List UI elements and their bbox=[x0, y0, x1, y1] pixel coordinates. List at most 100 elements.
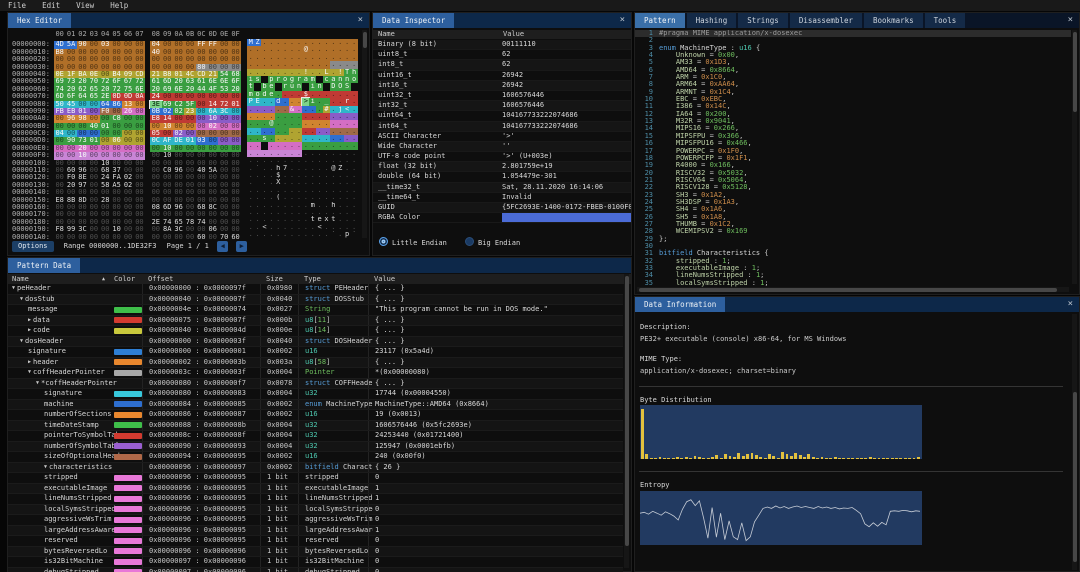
ascii-char[interactable]: . bbox=[254, 61, 261, 68]
ascii-char[interactable]: . bbox=[323, 165, 330, 172]
ascii-char[interactable]: . bbox=[295, 165, 302, 172]
ascii-char[interactable]: . bbox=[247, 202, 254, 209]
ascii-char[interactable]: @ bbox=[302, 46, 309, 53]
ascii-char[interactable]: . bbox=[344, 172, 351, 179]
table-row[interactable]: ▼coffHeaderPointer0x0000003c : 0x0000003… bbox=[8, 368, 623, 379]
ascii-char[interactable]: . bbox=[254, 69, 261, 76]
ascii-char[interactable]: . bbox=[289, 179, 296, 186]
ascii-char[interactable]: . bbox=[289, 98, 296, 105]
ascii-char[interactable]: . bbox=[351, 194, 358, 201]
ascii-char[interactable]: . bbox=[261, 187, 268, 194]
ascii-char[interactable]: . bbox=[289, 187, 296, 194]
ascii-char[interactable]: . bbox=[268, 106, 275, 113]
ascii-char[interactable]: . bbox=[330, 69, 337, 76]
ascii-char[interactable]: . bbox=[282, 216, 289, 223]
ascii-char[interactable]: . bbox=[282, 194, 289, 201]
ascii-char[interactable]: . bbox=[316, 231, 323, 238]
ascii-char[interactable]: r bbox=[275, 76, 282, 83]
ascii-char[interactable]: . bbox=[323, 209, 330, 216]
ascii-char[interactable]: . bbox=[302, 54, 309, 61]
ascii-char[interactable]: o bbox=[282, 76, 289, 83]
ascii-char[interactable]: . bbox=[289, 216, 296, 223]
ascii-char[interactable]: . bbox=[254, 54, 261, 61]
ascii-char[interactable]: . bbox=[351, 46, 358, 53]
ascii-char[interactable]: . bbox=[254, 209, 261, 216]
ascii-char[interactable]: O bbox=[337, 83, 344, 90]
ascii-char[interactable]: . bbox=[337, 187, 344, 194]
ascii-char[interactable]: . bbox=[302, 135, 309, 142]
ascii-char[interactable]: . bbox=[344, 128, 351, 135]
ascii-char[interactable]: m bbox=[247, 91, 254, 98]
ascii-char[interactable]: . bbox=[302, 150, 309, 157]
ascii-char[interactable]: . bbox=[316, 142, 323, 149]
hex-byte[interactable]: 60 bbox=[230, 234, 241, 241]
ascii-char[interactable]: . bbox=[330, 187, 337, 194]
ascii-char[interactable]: . bbox=[302, 157, 309, 164]
ascii-char[interactable]: . bbox=[344, 120, 351, 127]
chevron-down-icon[interactable]: ▼ bbox=[20, 296, 23, 302]
ascii-char[interactable]: . bbox=[351, 135, 358, 142]
ascii-char[interactable]: . bbox=[261, 194, 268, 201]
ascii-char[interactable]: e bbox=[316, 216, 323, 223]
ascii-char[interactable]: . bbox=[309, 39, 316, 46]
ascii-char[interactable]: . bbox=[261, 98, 268, 105]
ascii-char[interactable]: . bbox=[323, 194, 330, 201]
table-row[interactable]: pointerToSymbolTab0x0000008c : 0x0000008… bbox=[8, 431, 623, 442]
ascii-char[interactable]: . bbox=[337, 113, 344, 120]
ascii-char[interactable]: . bbox=[275, 113, 282, 120]
ascii-char[interactable]: . bbox=[330, 128, 337, 135]
ascii-char[interactable]: . bbox=[261, 61, 268, 68]
ascii-char[interactable]: . bbox=[316, 209, 323, 216]
ascii-char[interactable]: . bbox=[316, 194, 323, 201]
ascii-char[interactable]: . bbox=[282, 209, 289, 216]
ascii-char[interactable]: . bbox=[302, 209, 309, 216]
hex-byte[interactable]: 00 bbox=[122, 234, 133, 241]
inspector-row[interactable]: ASCII Character'>' bbox=[373, 132, 631, 142]
ascii-char[interactable]: . bbox=[247, 224, 254, 231]
ascii-char[interactable]: L bbox=[323, 69, 330, 76]
ascii-char[interactable]: . bbox=[344, 150, 351, 157]
ascii-char[interactable]: i bbox=[309, 83, 316, 90]
ascii-char[interactable]: . bbox=[289, 209, 296, 216]
ascii-char[interactable]: . bbox=[302, 202, 309, 209]
ascii-char[interactable]: . bbox=[247, 172, 254, 179]
ascii-char[interactable]: . bbox=[268, 209, 275, 216]
ascii-char[interactable]: . bbox=[344, 187, 351, 194]
ascii-char[interactable]: . bbox=[282, 54, 289, 61]
ascii-char[interactable]: . bbox=[282, 172, 289, 179]
little-endian-radio[interactable]: Little Endian bbox=[379, 239, 447, 247]
ascii-char[interactable]: . bbox=[316, 187, 323, 194]
ascii-char[interactable]: . bbox=[309, 165, 316, 172]
hex-byte[interactable]: 00 bbox=[150, 234, 161, 241]
ascii-char[interactable]: . bbox=[254, 187, 261, 194]
ascii-char[interactable]: . bbox=[330, 150, 337, 157]
ascii-char[interactable]: . bbox=[261, 216, 268, 223]
chevron-right-icon[interactable]: ▶ bbox=[28, 317, 31, 323]
inspector-row[interactable]: __time32_tSat, 28.11.2020 16:14:06 bbox=[373, 183, 631, 193]
ascii-char[interactable]: . bbox=[282, 179, 289, 186]
ascii-char[interactable]: < bbox=[316, 224, 323, 231]
ascii-char[interactable]: . bbox=[309, 128, 316, 135]
ascii-char[interactable]: . bbox=[351, 113, 358, 120]
ascii-char[interactable]: . bbox=[337, 39, 344, 46]
ascii-char[interactable]: . bbox=[289, 157, 296, 164]
ascii-char[interactable]: . bbox=[316, 202, 323, 209]
hex-byte[interactable]: 00 bbox=[134, 234, 145, 241]
ascii-char[interactable]: . bbox=[247, 128, 254, 135]
menu-item-edit[interactable]: Edit bbox=[34, 0, 68, 11]
ascii-char[interactable]: $ bbox=[302, 91, 309, 98]
ascii-char[interactable]: . bbox=[268, 46, 275, 53]
ascii-char[interactable]: . bbox=[344, 113, 351, 120]
ascii-char[interactable]: . bbox=[344, 61, 351, 68]
ascii-char[interactable]: . bbox=[295, 91, 302, 98]
chevron-right-icon[interactable]: ▶ bbox=[28, 359, 31, 365]
ascii-char[interactable]: . bbox=[261, 172, 268, 179]
table-row[interactable]: lineNumsStripped0x00000096 : 0x000000951… bbox=[8, 494, 623, 505]
tab-hashing[interactable]: Hashing bbox=[687, 13, 737, 28]
ascii-char[interactable]: . bbox=[254, 113, 261, 120]
ascii-char[interactable]: . bbox=[275, 150, 282, 157]
ascii-char[interactable]: . bbox=[282, 231, 289, 238]
ascii-char[interactable]: . bbox=[323, 179, 330, 186]
menu-item-help[interactable]: Help bbox=[102, 0, 136, 11]
ascii-char[interactable]: . bbox=[268, 202, 275, 209]
